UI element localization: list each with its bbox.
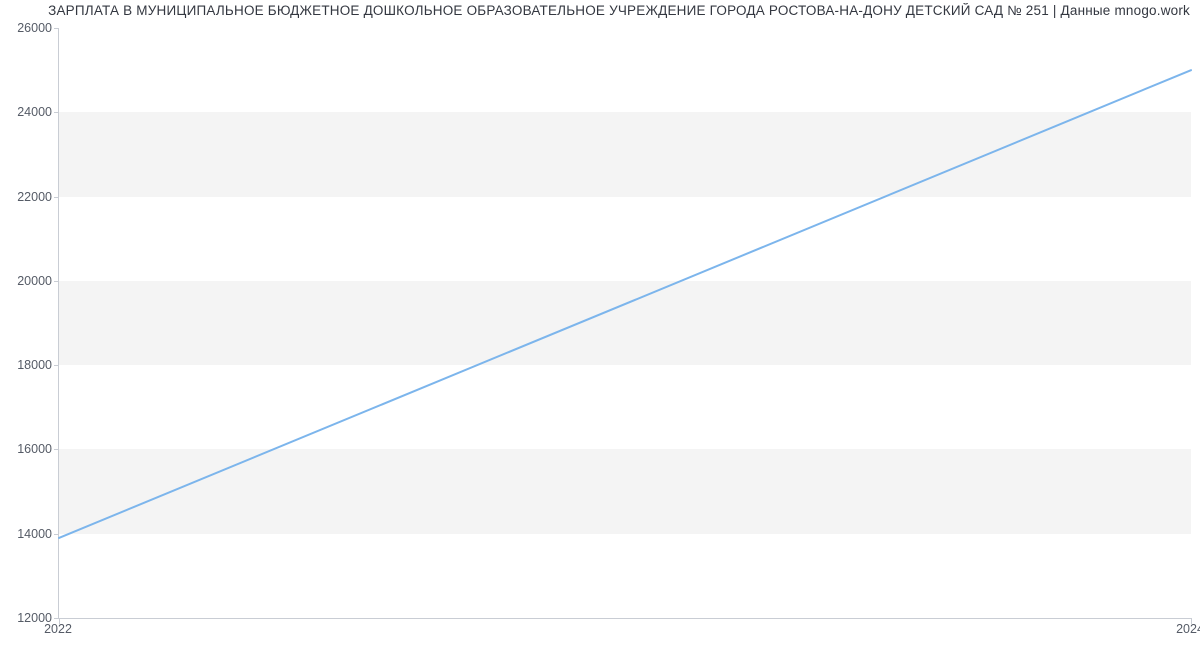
chart-title: ЗАРПЛАТА В МУНИЦИПАЛЬНОЕ БЮДЖЕТНОЕ ДОШКО… bbox=[10, 3, 1190, 18]
y-tick-label: 14000 bbox=[6, 527, 52, 541]
y-tick-mark bbox=[54, 365, 59, 366]
y-tick-label: 18000 bbox=[6, 358, 52, 372]
chart-container: ЗАРПЛАТА В МУНИЦИПАЛЬНОЕ БЮДЖЕТНОЕ ДОШКО… bbox=[0, 0, 1200, 650]
x-tick-label: 2024 bbox=[1176, 622, 1200, 636]
y-tick-mark bbox=[54, 28, 59, 29]
y-tick-label: 26000 bbox=[6, 21, 52, 35]
x-tick-label: 2022 bbox=[44, 622, 72, 636]
data-line bbox=[59, 70, 1191, 538]
y-tick-mark bbox=[54, 281, 59, 282]
plot-area bbox=[58, 28, 1191, 619]
y-tick-label: 24000 bbox=[6, 105, 52, 119]
y-tick-mark bbox=[54, 534, 59, 535]
line-layer bbox=[59, 28, 1191, 618]
y-tick-mark bbox=[54, 197, 59, 198]
y-tick-label: 20000 bbox=[6, 274, 52, 288]
y-tick-mark bbox=[54, 112, 59, 113]
y-tick-label: 22000 bbox=[6, 190, 52, 204]
y-tick-mark bbox=[54, 449, 59, 450]
y-tick-label: 16000 bbox=[6, 442, 52, 456]
